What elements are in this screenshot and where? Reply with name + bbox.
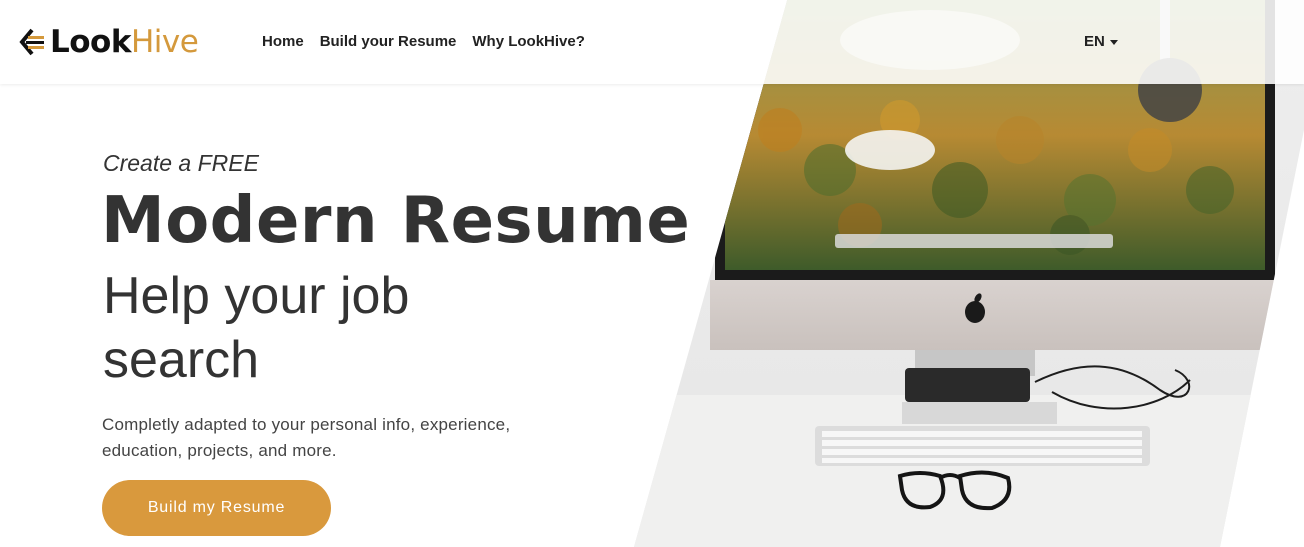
hero-pre-title: Create a FREE xyxy=(103,150,259,176)
language-selector[interactable]: EN xyxy=(1084,31,1118,53)
brand-name-look: Look xyxy=(50,24,131,60)
build-my-resume-button[interactable]: Build my Resume xyxy=(102,480,331,536)
hero-description: Completly adapted to your personal info,… xyxy=(102,415,511,460)
top-navbar: Look Hive Home Build your Resume Why Loo… xyxy=(0,0,1304,84)
nav-item-build-resume[interactable]: Build your Resume xyxy=(320,31,457,53)
language-label: EN xyxy=(1084,33,1105,50)
nav-menu: Home Build your Resume Why LookHive? xyxy=(262,31,585,53)
caret-down-icon xyxy=(1109,39,1118,45)
nav-item-home[interactable]: Home xyxy=(262,31,304,53)
brand-name-hive: Hive xyxy=(130,24,199,60)
arrow-logo-icon xyxy=(19,28,44,56)
brand-logo[interactable]: Look Hive xyxy=(18,22,199,62)
nav-item-why-lookhive[interactable]: Why LookHive? xyxy=(472,31,585,53)
hero-title: Modern Resume xyxy=(101,184,691,258)
hero-subtitle: Help your job search xyxy=(103,267,410,389)
